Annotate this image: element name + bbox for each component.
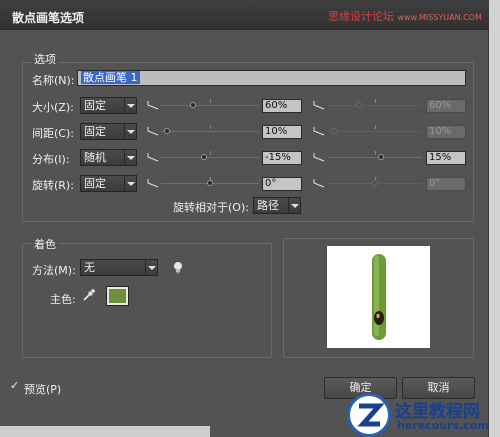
scatter-mode-select[interactable]: 随机 xyxy=(80,149,137,166)
size-value-field[interactable]: 60% xyxy=(262,99,302,113)
pressure-min-icon xyxy=(147,153,159,162)
method-label: 方法(M): xyxy=(32,264,76,277)
brush-preview xyxy=(327,246,430,348)
rotate-relative-value: 路径 xyxy=(257,199,279,212)
pea-pod-brush-image xyxy=(372,254,386,340)
pressure-min-icon xyxy=(147,127,159,136)
rotation-slider2-thumb[interactable] xyxy=(372,180,378,186)
chevron-down-icon xyxy=(145,260,157,275)
pressure-min-icon xyxy=(147,101,159,110)
spacing-value2-field[interactable]: 10% xyxy=(426,125,466,139)
scatter-slider2-center-tick xyxy=(375,151,376,155)
rotation-mode-value: 固定 xyxy=(84,177,106,190)
spacing-mode-select[interactable]: 固定 xyxy=(80,123,137,140)
watermark-text: 思缘设计论坛 xyxy=(328,10,394,23)
pressure-max-icon xyxy=(313,101,325,110)
scatter-slider2-track[interactable] xyxy=(328,157,422,158)
scatter-slider2-thumb[interactable] xyxy=(378,154,384,160)
site-badge: 这里教程网 herecours.com xyxy=(347,393,500,437)
chevron-down-icon xyxy=(124,176,136,191)
dialog-title: 散点画笔选项 xyxy=(12,11,85,25)
size-value2-field[interactable]: 60% xyxy=(426,99,466,113)
spacing-value-field[interactable]: 10% xyxy=(262,125,302,139)
spacing-slider-thumb[interactable] xyxy=(164,128,170,134)
options-group xyxy=(22,62,474,222)
title-bar[interactable]: 散点画笔选项 思缘设计论坛 www.MISSYUAN.COM xyxy=(0,0,489,30)
size-label: 大小(Z): xyxy=(32,101,74,114)
spacing-mode-value: 固定 xyxy=(84,125,106,138)
size-slider2-center-tick xyxy=(375,99,376,103)
spacing-slider2-center-tick xyxy=(375,125,376,129)
rotation-value2-field[interactable]: 0° xyxy=(426,177,466,191)
size-slider-thumb[interactable] xyxy=(190,102,196,108)
scatter-slider-track[interactable] xyxy=(161,157,259,158)
options-group-label: 选项 xyxy=(32,51,58,67)
chevron-down-icon xyxy=(124,124,136,139)
tips-bulb-icon[interactable] xyxy=(173,261,183,274)
pressure-max-icon xyxy=(313,179,325,188)
preview-checkbox[interactable]: ✓ xyxy=(10,380,21,392)
key-color-label: 主色: xyxy=(50,293,76,306)
badge-url: herecours.com xyxy=(397,419,489,432)
size-slider-track[interactable] xyxy=(161,105,259,106)
chevron-down-icon xyxy=(124,98,136,113)
size-mode-value: 固定 xyxy=(84,99,106,112)
eyedropper-icon[interactable] xyxy=(82,288,96,302)
rotate-relative-select[interactable]: 路径 xyxy=(253,197,301,214)
scatter-brush-options-dialog: 散点画笔选项 思缘设计论坛 www.MISSYUAN.COM 选项 名称(N):… xyxy=(0,0,489,437)
key-color-swatch[interactable] xyxy=(106,286,129,306)
method-value: 无 xyxy=(84,261,95,274)
pressure-max-icon xyxy=(313,127,325,136)
scatter-slider-thumb[interactable] xyxy=(201,154,207,160)
rotation-value-field[interactable]: 0° xyxy=(262,177,302,191)
name-field[interactable]: 散点画笔 1 xyxy=(77,70,466,86)
watermark: 思缘设计论坛 www.MISSYUAN.COM xyxy=(328,8,482,24)
scatter-value-field[interactable]: -15% xyxy=(262,151,302,165)
canvas-bottom-strip xyxy=(0,426,210,437)
chevron-down-icon xyxy=(288,198,300,213)
method-select[interactable]: 无 xyxy=(80,259,158,276)
size-slider-center-tick xyxy=(210,99,211,103)
pressure-max-icon xyxy=(313,153,325,162)
rotation-mode-select[interactable]: 固定 xyxy=(80,175,137,192)
size-slider2-thumb[interactable] xyxy=(356,102,362,108)
rotate-relative-label: 旋转相对于(O): xyxy=(173,201,249,214)
scatter-label: 分布(I): xyxy=(32,153,70,166)
z-logo-icon xyxy=(347,393,391,437)
scatter-mode-value: 随机 xyxy=(84,151,106,164)
size-slider2-track[interactable] xyxy=(328,105,422,106)
rotation-slider-thumb[interactable] xyxy=(207,180,213,186)
scatter-slider-center-tick xyxy=(210,151,211,155)
spacing-slider2-track[interactable] xyxy=(328,131,422,132)
canvas-edge xyxy=(489,0,500,437)
spacing-slider-track[interactable] xyxy=(161,131,259,132)
name-field-value: 散点画笔 1 xyxy=(81,71,140,84)
name-label: 名称(N): xyxy=(32,74,75,87)
z-letter-icon xyxy=(357,403,385,427)
watermark-url: www.MISSYUAN.COM xyxy=(397,13,482,22)
pressure-min-icon xyxy=(147,179,159,188)
spacing-slider-center-tick xyxy=(210,125,211,129)
size-mode-select[interactable]: 固定 xyxy=(80,97,137,114)
rotation-label: 旋转(R): xyxy=(32,179,74,192)
coloring-group-label: 着色 xyxy=(32,236,58,252)
spacing-slider2-thumb[interactable] xyxy=(331,128,337,134)
preview-label: 预览(P) xyxy=(24,383,62,396)
scatter-value2-field[interactable]: 15% xyxy=(426,151,466,165)
chevron-down-icon xyxy=(124,150,136,165)
spacing-label: 间距(C): xyxy=(32,127,74,140)
